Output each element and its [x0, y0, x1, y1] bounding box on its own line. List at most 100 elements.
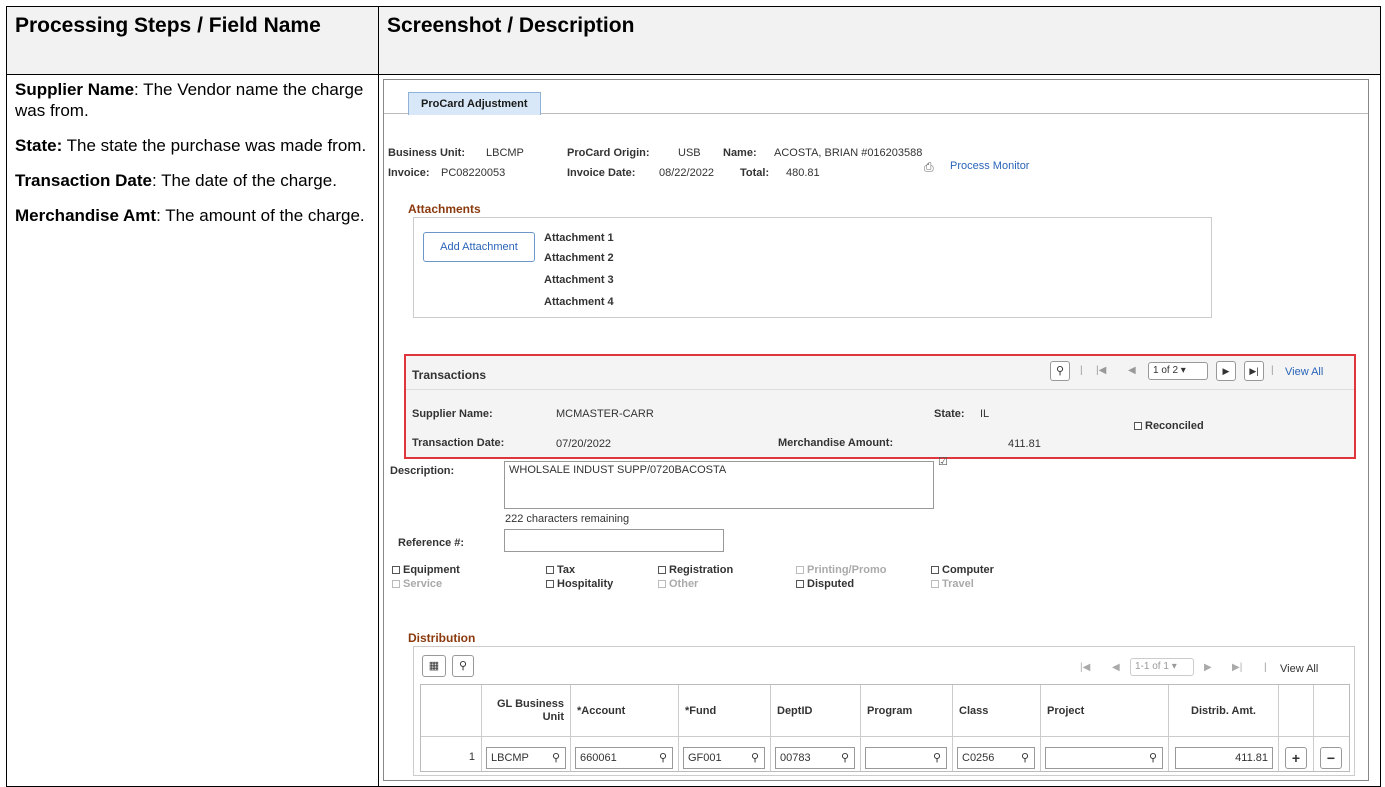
tab-procard-adjustment[interactable]: ProCard Adjustment: [408, 92, 541, 115]
lookup-icon[interactable]: ⚲: [751, 748, 759, 768]
description-textarea[interactable]: WHOLSALE INDUST SUPP/0720BACOSTA: [504, 461, 934, 509]
add-row-column: +: [1279, 685, 1314, 771]
project-input[interactable]: ⚲: [1045, 747, 1163, 769]
delete-row-icon[interactable]: −: [1320, 747, 1342, 769]
distribution-view-all-link[interactable]: View All: [1280, 663, 1318, 675]
delete-row-column: −: [1314, 685, 1349, 771]
description-label: Description:: [390, 465, 455, 477]
lookup-icon[interactable]: ⚲: [659, 748, 667, 768]
procard-screenshot: ProCard Adjustment Business Unit: LBCMP …: [383, 79, 1369, 781]
checkbox-icon: [392, 580, 400, 588]
column-header: GL Business Unit: [482, 685, 570, 737]
checkbox-tax[interactable]: Tax: [546, 564, 575, 576]
program-input[interactable]: ⚲: [865, 747, 947, 769]
column-header: [421, 685, 481, 737]
divider: |: [1264, 662, 1267, 673]
checkbox-travel[interactable]: Travel: [931, 578, 974, 590]
view-all-link[interactable]: View All: [1285, 366, 1323, 378]
distribution-box: ▦ ⚲ |◀ ◀ 1-1 of 1 ▾ ▶ ▶| | View All 1 GL…: [413, 646, 1355, 776]
distribution-title: Distribution: [408, 631, 476, 645]
checkbox-equipment[interactable]: Equipment: [392, 564, 460, 576]
transactions-header: Transactions ⚲ | |◀ ◀ 1 of 2 ▾ ▶ ▶| | Vi…: [406, 356, 1354, 390]
find-icon[interactable]: ⚲: [452, 655, 474, 677]
checkbox-icon: [796, 580, 804, 588]
gl-business-unit-input[interactable]: LBCMP ⚲: [486, 747, 566, 769]
column-header: Class: [953, 685, 1040, 737]
lookup-icon[interactable]: ⚲: [933, 748, 941, 768]
column-header: Distrib. Amt.: [1169, 685, 1278, 737]
column-header: Program: [861, 685, 952, 737]
column-header: *Fund: [679, 685, 770, 737]
lookup-icon[interactable]: ⚲: [552, 748, 560, 768]
attachments-title: Attachments: [408, 202, 481, 216]
class-column: Class C0256 ⚲: [953, 685, 1041, 771]
next-page-icon[interactable]: ▶: [1204, 662, 1212, 673]
step-transaction-date: Transaction Date: The date of the charge…: [15, 171, 337, 190]
merchandise-amount-value: 411.81: [1008, 438, 1041, 450]
attachment-1[interactable]: Attachment 1: [544, 232, 614, 244]
spellcheck-icon[interactable]: ☑: [938, 455, 948, 468]
column-header: [1279, 685, 1313, 737]
column-header-screenshot: Screenshot / Description: [379, 7, 1380, 75]
checkbox-registration[interactable]: Registration: [658, 564, 733, 576]
last-page-icon[interactable]: ▶|: [1244, 361, 1264, 381]
reconciled-checkbox[interactable]: Reconciled: [1134, 420, 1204, 432]
column-header: Project: [1041, 685, 1168, 737]
page-select[interactable]: 1 of 2 ▾: [1148, 362, 1208, 380]
program-column: Program ⚲: [861, 685, 953, 771]
add-row-icon[interactable]: +: [1285, 747, 1307, 769]
procard-origin-label: ProCard Origin:: [567, 147, 650, 159]
name-value: ACOSTA, BRIAN #016203588: [774, 147, 923, 159]
step-state: State: The state the purchase was made f…: [15, 136, 367, 155]
total-label: Total:: [740, 167, 770, 179]
checkbox-icon: [1134, 422, 1142, 430]
reference-input[interactable]: [504, 529, 724, 552]
deptid-input[interactable]: 00783 ⚲: [775, 747, 855, 769]
supplier-name-value: MCMASTER-CARR: [556, 408, 654, 420]
printer-icon[interactable]: ⎙: [924, 160, 934, 175]
fund-column: *Fund GF001 ⚲: [679, 685, 771, 771]
next-page-icon[interactable]: ▶: [1216, 361, 1236, 381]
class-input[interactable]: C0256 ⚲: [957, 747, 1035, 769]
lookup-icon[interactable]: ⚲: [1149, 748, 1157, 768]
distribution-grid: 1 GL Business Unit LBCMP ⚲ *Account 66006…: [420, 684, 1350, 772]
checkbox-icon: [658, 580, 666, 588]
checkbox-printing-promo[interactable]: Printing/Promo: [796, 564, 886, 576]
attachments-box: Add Attachment Attachment 1 Attachment 2…: [413, 217, 1212, 318]
attachment-3[interactable]: Attachment 3: [544, 274, 614, 286]
previous-page-icon[interactable]: ◀: [1128, 365, 1136, 376]
distrib-amt-input[interactable]: 411.81: [1175, 747, 1273, 769]
first-page-icon[interactable]: |◀: [1080, 662, 1090, 673]
checkbox-hospitality[interactable]: Hospitality: [546, 578, 613, 590]
checkbox-disputed[interactable]: Disputed: [796, 578, 854, 590]
gl-business-unit-column: GL Business Unit LBCMP ⚲: [482, 685, 571, 771]
supplier-name-label: Supplier Name:: [412, 408, 493, 420]
state-label: State:: [934, 408, 965, 420]
process-monitor-link[interactable]: Process Monitor: [950, 160, 1029, 172]
transaction-date-value: 07/20/2022: [556, 438, 612, 450]
name-label: Name:: [723, 147, 757, 159]
checkbox-other[interactable]: Other: [658, 578, 698, 590]
personalize-grid-icon[interactable]: ▦: [422, 655, 446, 677]
account-input[interactable]: 660061 ⚲: [575, 747, 673, 769]
checkbox-icon: [392, 566, 400, 574]
checkbox-service[interactable]: Service: [392, 578, 442, 590]
add-attachment-button[interactable]: Add Attachment: [423, 232, 535, 262]
last-page-icon[interactable]: ▶|: [1232, 662, 1242, 673]
first-page-icon[interactable]: |◀: [1096, 365, 1106, 376]
divider: |: [1080, 365, 1083, 376]
fund-input[interactable]: GF001 ⚲: [683, 747, 765, 769]
transactions-highlight: Transactions ⚲ | |◀ ◀ 1 of 2 ▾ ▶ ▶| | Vi…: [404, 354, 1356, 459]
invoice-date-value: 08/22/2022: [659, 167, 715, 179]
divider: |: [1271, 365, 1274, 376]
checkbox-computer[interactable]: Computer: [931, 564, 994, 576]
attachment-4[interactable]: Attachment 4: [544, 296, 614, 308]
lookup-icon[interactable]: ⚲: [1021, 748, 1029, 768]
search-icon[interactable]: ⚲: [1050, 361, 1070, 381]
lookup-icon[interactable]: ⚲: [841, 748, 849, 768]
distribution-page-select[interactable]: 1-1 of 1 ▾: [1130, 658, 1194, 676]
attachment-2[interactable]: Attachment 2: [544, 252, 614, 264]
characters-remaining: 222 characters remaining: [505, 513, 630, 525]
previous-page-icon[interactable]: ◀: [1112, 662, 1120, 673]
checkbox-icon: [796, 566, 804, 574]
